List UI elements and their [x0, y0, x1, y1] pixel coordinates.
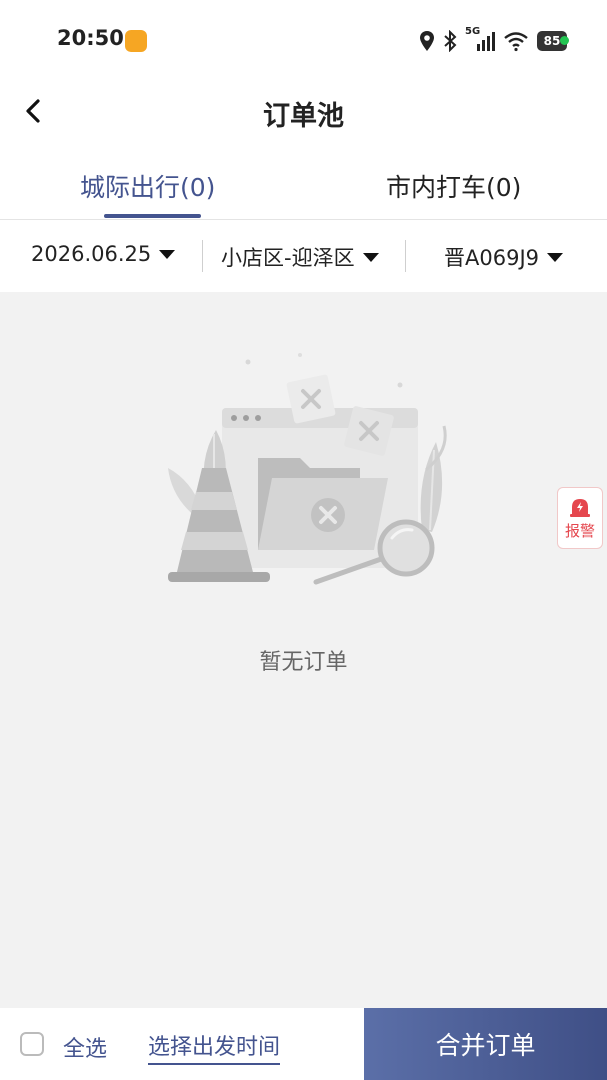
wifi-icon: [504, 32, 528, 52]
tab-intercity[interactable]: 城际出行(0): [80, 168, 215, 204]
caret-down-icon: [362, 252, 379, 262]
select-all-label[interactable]: 全选: [63, 1031, 107, 1063]
area-filter-label: 小店区-迎泽区: [221, 246, 355, 270]
order-list-area: 暂无订单: [0, 292, 607, 1008]
tab-bar: 城际出行(0) 市内打车(0): [0, 144, 607, 220]
report-label: 报警: [564, 521, 595, 540]
area-filter[interactable]: 小店区-迎泽区: [221, 242, 379, 272]
status-icons: 5G 85: [419, 26, 567, 54]
select-all-checkbox[interactable]: [20, 1032, 44, 1056]
status-time: 20:50: [57, 26, 124, 50]
app-notification-icon: [125, 30, 147, 52]
page-title: 订单池: [263, 101, 344, 132]
filter-bar: 2026.06.25 小店区-迎泽区 晋A069J9: [0, 220, 607, 292]
plate-filter[interactable]: 晋A069J9: [444, 242, 564, 272]
tab-city-ride[interactable]: 市内打车(0): [386, 168, 521, 204]
alarm-icon: [570, 498, 590, 517]
bluetooth-icon: [444, 30, 457, 52]
caret-down-icon: [547, 252, 564, 262]
filter-divider: [202, 240, 203, 272]
location-icon: [420, 31, 434, 51]
filter-divider: [405, 240, 406, 272]
date-filter[interactable]: 2026.06.25: [31, 242, 176, 266]
bottom-action-bar: 全选 选择出发时间 合并订单: [0, 1008, 607, 1080]
privacy-indicator-dot: [560, 36, 569, 45]
report-alarm-button[interactable]: 报警: [557, 487, 603, 549]
active-tab-indicator: [104, 214, 201, 218]
empty-state-message: 暂无订单: [259, 650, 348, 675]
date-filter-label: 2026.06.25: [31, 242, 152, 266]
merge-orders-button[interactable]: 合并订单: [364, 1008, 607, 1080]
order-pool-page: 20:50 5G 85 订单池 城际出行(0) 市内打车(0) 2026.06.…: [0, 0, 607, 1080]
signal-icon: 5G: [465, 26, 495, 52]
empty-state-illustration: [168, 353, 447, 585]
caret-down-icon: [159, 249, 176, 259]
status-bar: 20:50 5G 85: [0, 0, 607, 80]
header: 订单池: [0, 80, 607, 144]
select-departure-time-link[interactable]: 选择出发时间: [148, 1029, 281, 1065]
plate-filter-label: 晋A069J9: [444, 246, 540, 270]
